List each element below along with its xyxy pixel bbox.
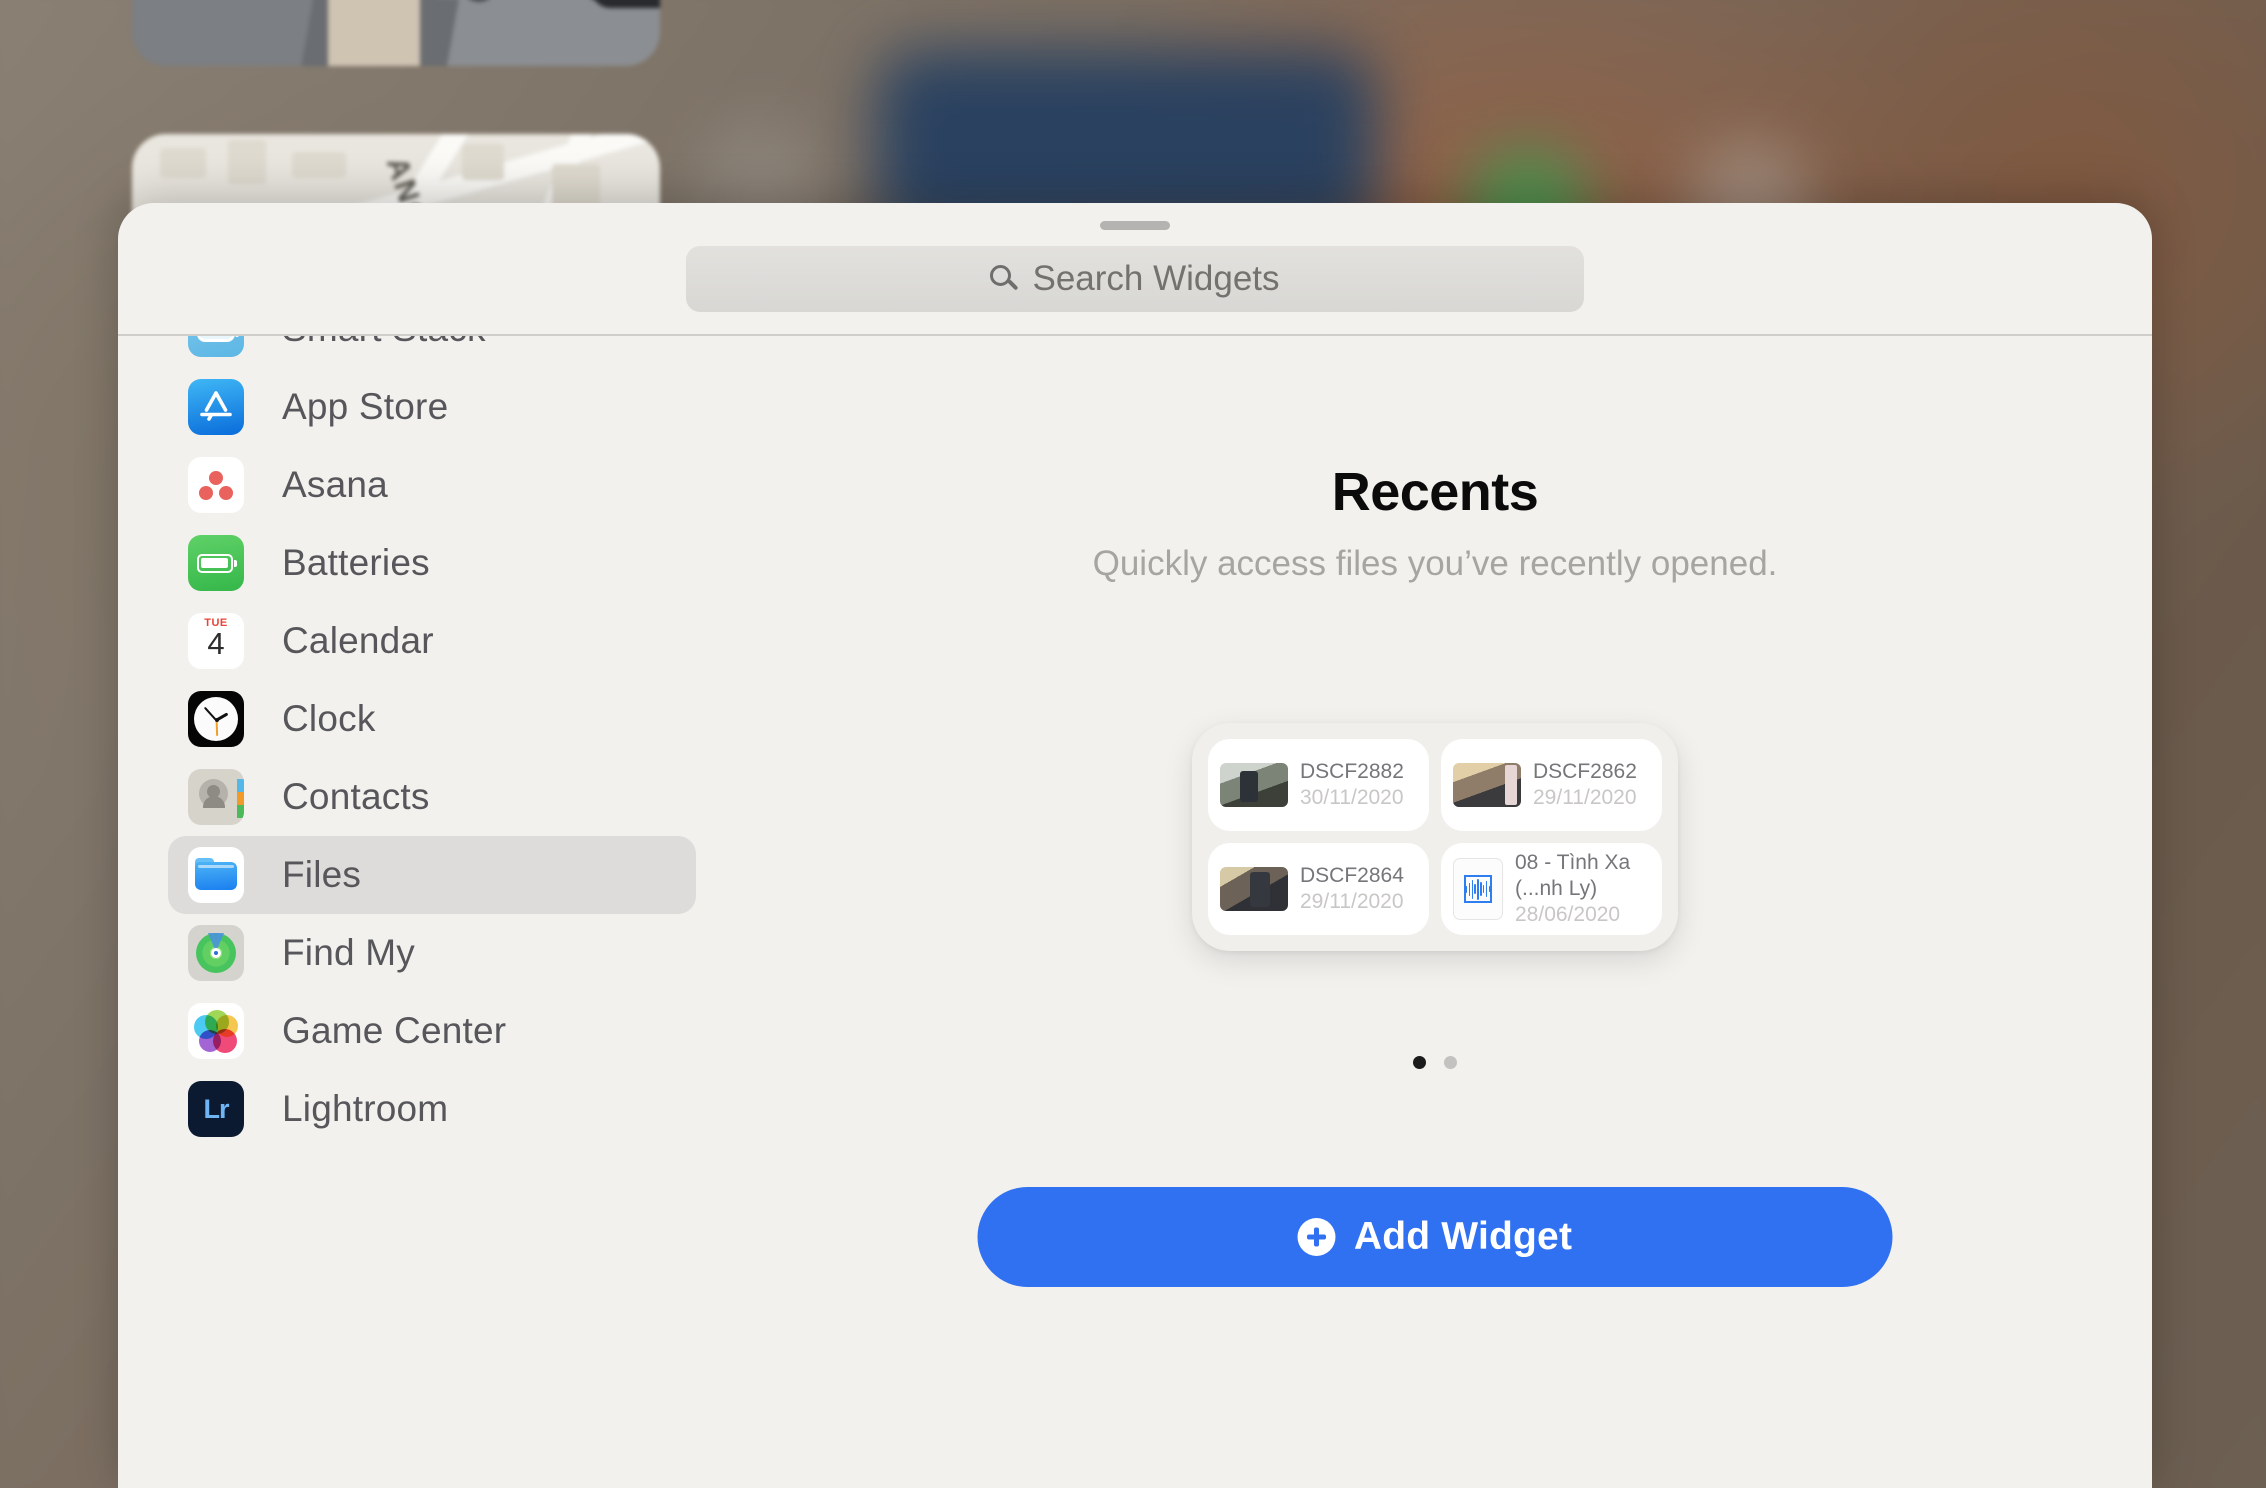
- file-name: DSCF2864: [1300, 863, 1404, 887]
- app-store-icon: [188, 379, 244, 435]
- file-date: 29/11/2020: [1300, 890, 1404, 913]
- calendar-icon: TUE 4: [188, 613, 244, 669]
- file-name: DSCF2882: [1300, 759, 1404, 783]
- map-block: [160, 148, 206, 178]
- file-name: 08 - Tình Xa (...nh Ly): [1515, 850, 1631, 900]
- background-photo-widget: [132, 0, 660, 66]
- widget-picker-sheet: Search Widgets Smart Stack App: [118, 203, 2152, 1488]
- map-block: [228, 140, 266, 184]
- sidebar-item-label: Asana: [282, 464, 388, 505]
- contacts-icon: [188, 769, 244, 825]
- asana-icon: [188, 457, 244, 513]
- photo-person: [328, 0, 420, 66]
- search-area: Search Widgets: [118, 246, 2152, 326]
- widget-app-list-scroll: Smart Stack App Store Asana: [118, 336, 718, 1148]
- file-date: 29/11/2020: [1533, 786, 1637, 809]
- batteries-icon: [188, 535, 244, 591]
- sidebar-item-label: Lightroom: [282, 1088, 449, 1129]
- file-thumbnail-photo: [1453, 763, 1521, 807]
- widget-app-list[interactable]: Smart Stack App Store Asana: [118, 336, 718, 1488]
- sidebar-item-label: Find My: [282, 932, 415, 973]
- page-dot-active[interactable]: [1413, 1056, 1426, 1069]
- widget-detail-pane: Recents Quickly access files you’ve rece…: [718, 336, 2152, 1488]
- find-my-icon: [188, 925, 244, 981]
- page-indicator[interactable]: [718, 1056, 2152, 1069]
- sidebar-item-label: Game Center: [282, 1010, 507, 1051]
- lightroom-mark: Lr: [203, 1093, 230, 1124]
- map-block: [462, 144, 504, 180]
- sidebar-item-label: Clock: [282, 698, 376, 739]
- file-thumbnail-photo: [1220, 867, 1288, 911]
- sidebar-item-batteries[interactable]: Batteries: [168, 524, 696, 602]
- file-date: 30/11/2020: [1300, 786, 1404, 809]
- file-name: DSCF2862: [1533, 759, 1637, 783]
- sidebar-item-find-my[interactable]: Find My: [168, 914, 696, 992]
- widget-file-tile: DSCF2864 29/11/2020: [1208, 843, 1429, 935]
- sidebar-item-label: Files: [282, 854, 362, 895]
- lightroom-icon: Lr: [188, 1081, 244, 1137]
- page-dot[interactable]: [1444, 1056, 1457, 1069]
- sidebar-item-game-center[interactable]: Game Center: [168, 992, 696, 1070]
- widget-file-tile: DSCF2862 29/11/2020: [1441, 739, 1662, 831]
- page-subtitle: Quickly access files you’ve recently ope…: [1092, 544, 1778, 583]
- map-block: [292, 152, 346, 178]
- clock-icon: [188, 691, 244, 747]
- calendar-day: 4: [207, 626, 225, 661]
- page-title: Recents: [1331, 462, 1539, 522]
- files-icon: [188, 847, 244, 903]
- search-placeholder: Search Widgets: [1032, 259, 1280, 298]
- sidebar-item-app-store[interactable]: App Store: [168, 368, 696, 446]
- audio-waveform-icon: [1453, 858, 1503, 920]
- sheet-drag-handle[interactable]: [1100, 221, 1170, 230]
- sidebar-item-label: Contacts: [282, 776, 430, 817]
- sidebar-item-label: Batteries: [282, 542, 430, 583]
- sidebar-item-clock[interactable]: Clock: [168, 680, 696, 758]
- sidebar-item-calendar[interactable]: TUE 4 Calendar: [168, 602, 696, 680]
- widget-file-tile: 08 - Tình Xa (...nh Ly) 28/06/2020: [1441, 843, 1662, 935]
- add-widget-button[interactable]: Add Widget: [977, 1187, 1893, 1287]
- search-input[interactable]: Search Widgets: [686, 246, 1584, 312]
- sidebar-item-lightroom[interactable]: Lr Lightroom: [168, 1070, 696, 1148]
- add-widget-label: Add Widget: [1353, 1215, 1573, 1258]
- game-center-icon: [188, 1003, 244, 1059]
- sidebar-item-label: App Store: [282, 386, 449, 427]
- widget-file-tile: DSCF2882 30/11/2020: [1208, 739, 1429, 831]
- sidebar-item-label: Calendar: [282, 620, 434, 661]
- sidebar-item-contacts[interactable]: Contacts: [168, 758, 696, 836]
- sidebar-item-label: Smart Stack: [282, 336, 486, 350]
- smart-stack-icon: [188, 336, 244, 357]
- sidebar-item-files[interactable]: Files: [168, 836, 696, 914]
- plus-circle-icon: [1297, 1218, 1336, 1256]
- search-icon: [990, 265, 1019, 293]
- widget-preview[interactable]: DSCF2882 30/11/2020 DSCF2862 29/11/2020 …: [1192, 723, 1678, 951]
- file-date: 28/06/2020: [1515, 903, 1621, 927]
- sidebar-item-asana[interactable]: Asana: [168, 446, 696, 524]
- sidebar-item-smart-stack[interactable]: Smart Stack: [168, 336, 696, 368]
- file-thumbnail-photo: [1220, 763, 1288, 807]
